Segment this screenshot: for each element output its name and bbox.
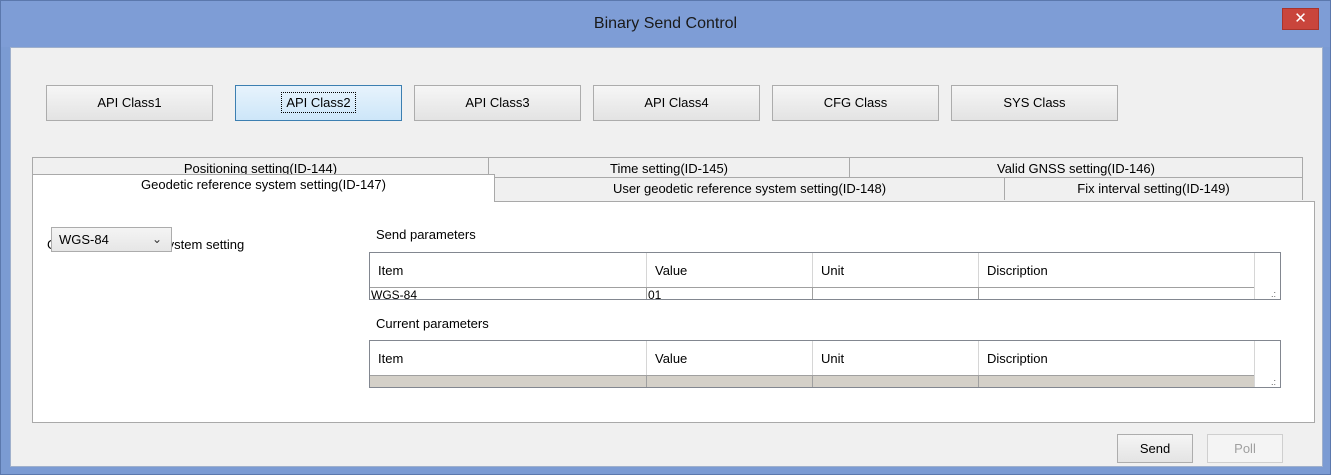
tab-valid-gnss-setting[interactable]: Valid GNSS setting(ID-146): [849, 157, 1303, 177]
select-value: WGS-84: [59, 232, 109, 247]
close-icon[interactable]: ✕: [1282, 8, 1319, 30]
cell-value[interactable]: [647, 375, 813, 387]
column-header[interactable]: Value: [647, 253, 813, 287]
column-header[interactable]: Discription: [979, 341, 1256, 375]
grid-header: Item Value Unit Discription: [370, 341, 1254, 375]
cell-description[interactable]: [979, 287, 1256, 299]
column-header[interactable]: Item: [370, 341, 647, 375]
column-header[interactable]: Discription: [979, 253, 1256, 287]
api-class3-button[interactable]: API Class3: [414, 85, 581, 121]
table-row[interactable]: [370, 375, 1256, 387]
grid-header: Item Value Unit Discription: [370, 253, 1254, 287]
size-grip-icon: .:: [1270, 289, 1276, 299]
column-header[interactable]: Item: [370, 253, 647, 287]
column-header[interactable]: Unit: [813, 341, 979, 375]
current-parameters-grid[interactable]: Item Value Unit Discription .:: [369, 340, 1281, 388]
api-class4-button[interactable]: API Class4: [593, 85, 760, 121]
cfg-class-button[interactable]: CFG Class: [772, 85, 939, 121]
tab-user-geodetic-reference-system[interactable]: User geodetic reference system setting(I…: [494, 177, 1005, 200]
cell-description[interactable]: [979, 375, 1256, 387]
current-parameters-label: Current parameters: [376, 316, 489, 331]
cell-unit[interactable]: [813, 287, 979, 299]
column-header[interactable]: Unit: [813, 253, 979, 287]
tab-fix-interval-setting[interactable]: Fix interval setting(ID-149): [1004, 177, 1303, 200]
table-row[interactable]: WGS-84 01: [370, 287, 1256, 299]
cell-unit[interactable]: [813, 375, 979, 387]
window-title: Binary Send Control: [593, 15, 738, 32]
tab-geodetic-reference-system[interactable]: Geodetic reference system setting(ID-147…: [32, 174, 495, 202]
grid-scroll-corner[interactable]: .:: [1254, 341, 1280, 387]
api-class2-button[interactable]: API Class2: [235, 85, 402, 121]
send-parameters-label: Send parameters: [376, 227, 476, 242]
cell-value[interactable]: 01: [647, 287, 813, 299]
tab-panel: [32, 201, 1315, 423]
cell-item[interactable]: WGS-84: [370, 287, 647, 299]
grid-scroll-corner[interactable]: .:: [1254, 253, 1280, 299]
tab-time-setting[interactable]: Time setting(ID-145): [488, 157, 850, 177]
binary-send-control-window: Binary Send Control ✕ API Class1 API Cla…: [0, 0, 1331, 475]
send-button[interactable]: Send: [1117, 434, 1193, 463]
sys-class-button[interactable]: SYS Class: [951, 85, 1118, 121]
send-parameters-grid[interactable]: Item Value Unit Discription WGS-84 01 .:: [369, 252, 1281, 300]
poll-button[interactable]: Poll: [1207, 434, 1283, 463]
title-bar: Binary Send Control ✕: [1, 1, 1330, 47]
api-class1-button[interactable]: API Class1: [46, 85, 213, 121]
chevron-down-icon: ⌄: [151, 232, 162, 246]
client-area: API Class1 API Class2 API Class3 API Cla…: [10, 47, 1323, 467]
cell-item[interactable]: [370, 375, 647, 387]
column-header[interactable]: Value: [647, 341, 813, 375]
size-grip-icon: .:: [1270, 377, 1276, 387]
geodetic-system-select[interactable]: WGS-84 ⌄: [51, 227, 172, 252]
